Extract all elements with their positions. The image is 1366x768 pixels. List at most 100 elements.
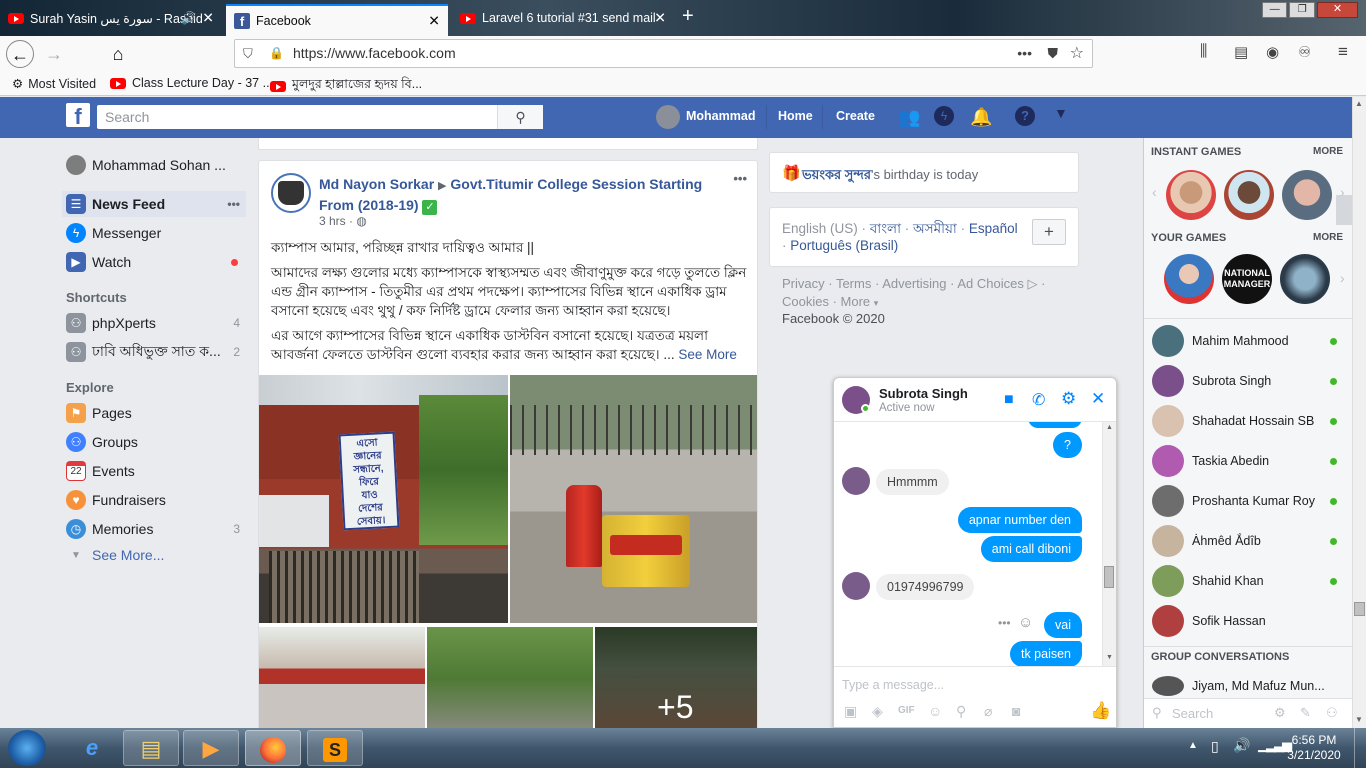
- footer-link[interactable]: Ad Choices: [957, 276, 1023, 291]
- account-icon[interactable]: ◉: [1266, 43, 1279, 61]
- post-photo-2[interactable]: [510, 375, 757, 623]
- media-player-icon[interactable]: ▶: [183, 730, 239, 766]
- menu-icon[interactable]: ≡: [1338, 42, 1348, 62]
- sublime-text-icon[interactable]: S: [307, 730, 363, 766]
- language-link[interactable]: অসমীয়া: [913, 221, 957, 236]
- back-icon[interactable]: ←: [6, 40, 34, 68]
- messenger-icon[interactable]: ϟ: [934, 106, 954, 126]
- sidebar-toggle-icon[interactable]: ▤: [1234, 43, 1248, 61]
- footer-link[interactable]: Terms: [836, 276, 871, 291]
- sidebar-item-news-feed[interactable]: ☰ News Feed •••: [62, 191, 246, 217]
- chat-scrollbar[interactable]: ▲ ▼: [1102, 422, 1116, 666]
- compose-icon[interactable]: ✎: [1300, 705, 1311, 721]
- lock-icon[interactable]: 🔒: [269, 40, 284, 67]
- browser-tab[interactable]: Surah Yasin سورة يس - Rashid 🔊 ✕: [0, 4, 222, 32]
- scroll-up-icon[interactable]: ▲: [1355, 99, 1363, 108]
- contact-item[interactable]: Ȧhmêd Ắdîb: [1152, 524, 1347, 558]
- sidebar-item-memories[interactable]: ◷ Memories 3: [66, 516, 246, 542]
- sidebar-item-phpxperts[interactable]: ⚇ phpXperts 4: [66, 310, 246, 336]
- phone-icon[interactable]: ✆: [1032, 390, 1045, 410]
- contact-item[interactable]: Subrota Singh: [1152, 364, 1347, 398]
- file-explorer-icon[interactable]: ▤: [123, 730, 179, 766]
- sidebar-item-fundraisers[interactable]: ♥ Fundraisers: [66, 487, 246, 513]
- add-language-button[interactable]: +: [1032, 219, 1066, 245]
- post-timestamp[interactable]: 3 hrs · ◍: [319, 214, 367, 228]
- chat-contact-name[interactable]: Subrota Singh: [879, 386, 968, 401]
- home-link[interactable]: Home: [778, 109, 813, 123]
- forward-icon[interactable]: →: [40, 40, 68, 68]
- post-author-link[interactable]: Md Nayon Sorkar: [319, 176, 434, 192]
- shield-icon[interactable]: ⛉: [243, 40, 253, 67]
- firefox-icon[interactable]: [245, 730, 301, 766]
- scroll-down-icon[interactable]: ▼: [1355, 715, 1363, 724]
- avatar[interactable]: [271, 173, 311, 213]
- sidebar-item-messenger[interactable]: ϟ Messenger: [66, 220, 246, 246]
- video-call-icon[interactable]: ■: [1004, 391, 1014, 409]
- game-thumbnail-national-manager[interactable]: NATIONAL MANAGER: [1222, 254, 1272, 304]
- url-bar[interactable]: ⛉ 🔒 https://www.facebook.com ••• ⛊ ☆: [234, 39, 1093, 68]
- more-photos-count[interactable]: +5: [657, 689, 693, 726]
- library-icon[interactable]: ⫼: [1200, 43, 1207, 61]
- footer-link[interactable]: More: [841, 294, 871, 309]
- message-input[interactable]: Type a message...: [842, 678, 944, 692]
- system-clock[interactable]: 6:56 PM 3/21/2020: [1284, 733, 1344, 763]
- game-thumbnail[interactable]: [1166, 170, 1216, 220]
- gear-icon[interactable]: ⚙: [1274, 705, 1286, 721]
- contact-item[interactable]: Mahim Mahmood: [1152, 324, 1347, 358]
- notifications-bell-icon[interactable]: 🔔: [970, 107, 992, 128]
- sidebar-item-groups[interactable]: ⚇ Groups: [66, 429, 246, 455]
- close-icon[interactable]: ✕: [1091, 389, 1105, 409]
- sidebar-item-watch[interactable]: ▶ Watch: [66, 249, 246, 275]
- post-photo-1[interactable]: এসো জ্ঞানের সন্ধানে, ফিরে যাও দেশের সেবা…: [259, 375, 508, 623]
- new-tab-icon[interactable]: +: [682, 5, 694, 28]
- see-more-link[interactable]: ▼ See More...: [66, 542, 246, 568]
- language-link[interactable]: Português (Brasil): [790, 238, 898, 253]
- game-thumbnail[interactable]: [1282, 170, 1332, 220]
- camera-icon[interactable]: ◙: [1012, 703, 1020, 719]
- chat-messages[interactable]: ? Hmmmm apnar number den ami call diboni…: [834, 422, 1104, 666]
- more-games-link[interactable]: MORE: [1313, 232, 1343, 243]
- avatar[interactable]: [656, 105, 680, 129]
- footer-link[interactable]: Cookies: [782, 294, 829, 309]
- create-link[interactable]: Create: [836, 109, 875, 123]
- search-input[interactable]: Search ⚲: [97, 105, 543, 129]
- bookmark-most-visited[interactable]: ⚙ Most Visited: [12, 76, 96, 92]
- photo-icon[interactable]: ▣: [844, 703, 857, 720]
- contact-item[interactable]: Taskia Abedin: [1152, 444, 1347, 478]
- post-options-icon[interactable]: •••: [733, 171, 747, 186]
- close-tab-icon[interactable]: ✕: [202, 10, 214, 27]
- chat-search-bar[interactable]: ⚲ Search ⚙ ✎ ⚇: [1144, 698, 1353, 728]
- emoji-react-icon[interactable]: ☺: [1018, 614, 1033, 631]
- close-tab-icon[interactable]: ✕: [428, 13, 440, 30]
- scroll-thumb[interactable]: [1354, 602, 1365, 616]
- contact-item[interactable]: Shahid Khan: [1152, 564, 1347, 598]
- scroll-thumb[interactable]: [1104, 566, 1114, 588]
- pocket-icon[interactable]: ⛊: [1048, 40, 1059, 67]
- birthday-name-link[interactable]: ভয়ংকর সুন্দর: [802, 167, 871, 182]
- close-window-icon[interactable]: ✕: [1316, 2, 1358, 18]
- post-photo-3[interactable]: [259, 627, 425, 729]
- chevron-right-icon[interactable]: ›: [1340, 270, 1345, 286]
- scroll-up-icon[interactable]: ▲: [1106, 424, 1113, 431]
- start-button-icon[interactable]: [8, 730, 46, 766]
- bookmark-class-lecture[interactable]: Class Lecture Day - 37 ...: [110, 76, 273, 90]
- browser-tab-active[interactable]: f Facebook ✕: [226, 4, 448, 36]
- birthday-card[interactable]: 🎁 ভয়ংকর সুন্দর's birthday is today: [769, 152, 1079, 193]
- language-link[interactable]: বাংলা: [870, 221, 901, 236]
- profile-link[interactable]: Mohammad Sohan ...: [66, 152, 246, 178]
- help-icon[interactable]: ?: [1015, 106, 1035, 126]
- game-thumbnail[interactable]: [1164, 254, 1214, 304]
- search-icon[interactable]: ⚲: [497, 105, 543, 129]
- more-games-link[interactable]: MORE: [1313, 146, 1343, 157]
- browser-tab[interactable]: Laravel 6 tutorial #31 send mail ✕: [452, 4, 674, 32]
- minimize-icon[interactable]: —: [1262, 2, 1288, 18]
- sidebar-item-events[interactable]: 22 Events: [66, 458, 246, 484]
- sidebar-item-pages[interactable]: ⚑ Pages: [66, 400, 246, 426]
- speaker-icon[interactable]: 🔊: [181, 11, 196, 25]
- close-tab-icon[interactable]: ✕: [654, 10, 666, 27]
- facebook-logo-icon[interactable]: f: [66, 103, 90, 129]
- game-thumbnail[interactable]: [1224, 170, 1274, 220]
- profile-link[interactable]: Mohammad: [686, 109, 755, 123]
- page-actions-icon[interactable]: •••: [1017, 40, 1032, 67]
- create-group-icon[interactable]: ⚇: [1326, 705, 1338, 721]
